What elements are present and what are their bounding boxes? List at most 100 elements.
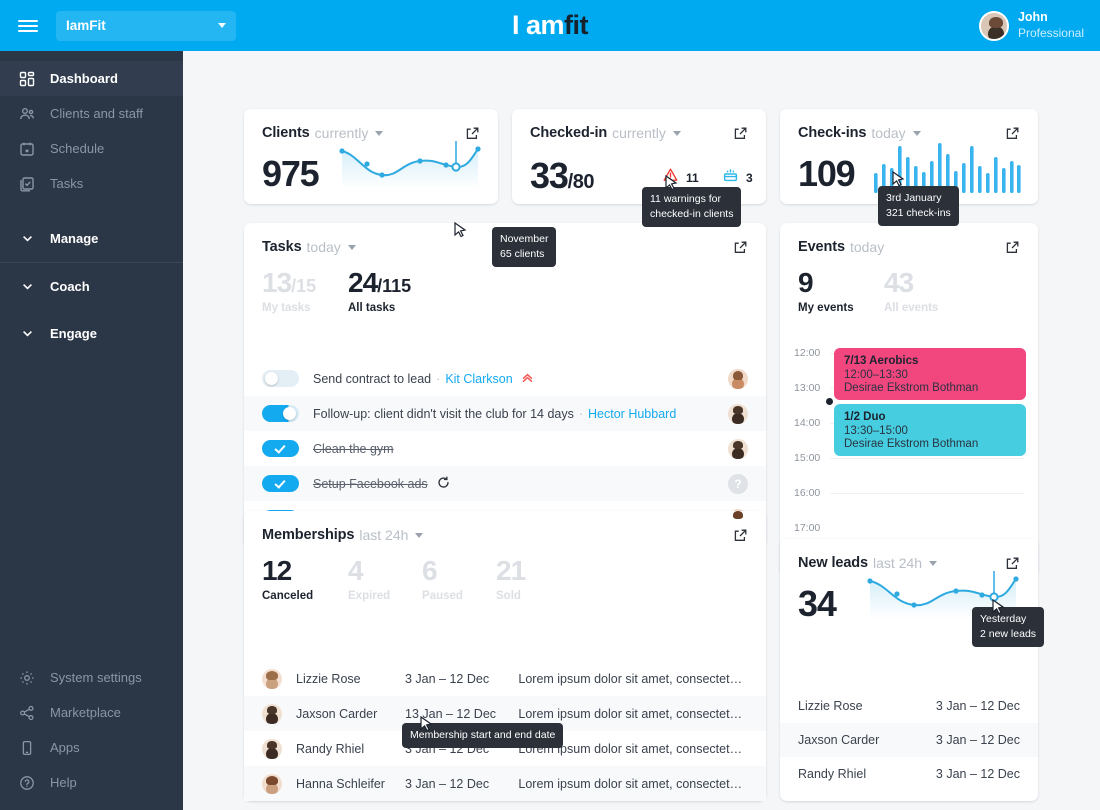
sidebar-group-engage[interactable]: Engage — [0, 310, 183, 357]
event-title: 1/2 Duo — [844, 411, 886, 423]
sidebar-item-marketplace[interactable]: Marketplace — [0, 695, 183, 730]
external-link-icon[interactable] — [733, 240, 748, 255]
sidebar-item-label: Dashboard — [50, 71, 118, 86]
phone-icon — [18, 739, 36, 757]
membership-note: Lorem ipsum dolor sit amet, consectetur … — [518, 706, 748, 721]
all-tasks-stat: 24/115 All tasks — [348, 267, 411, 314]
organization-select[interactable]: IamFit — [56, 10, 236, 41]
timeline-hour: 16:00 — [794, 487, 821, 499]
lead-dates: 3 Jan – 12 Dec — [935, 733, 1020, 747]
memberships-expired-stat[interactable]: 4 Expired — [348, 555, 390, 602]
event-time: 13:30–15:00 — [844, 425, 908, 437]
checked-in-birthday-group[interactable]: 3 — [722, 167, 753, 188]
memberships-expired-label: Expired — [348, 590, 391, 602]
task-toggle[interactable] — [262, 370, 299, 387]
task-row[interactable]: Setup Facebook ads ? — [244, 466, 766, 501]
mouse-cursor-icon — [665, 175, 678, 191]
sidebar-item-label: Apps — [50, 740, 80, 755]
current-time-marker — [826, 398, 833, 405]
sidebar-item-system-settings[interactable]: System settings — [0, 660, 183, 695]
lead-row[interactable]: Jaxson Carder 3 Jan – 12 Dec — [780, 723, 1038, 757]
check-ins-card-title: Check-ins — [798, 125, 867, 141]
logo-text-dark: fit — [564, 10, 589, 40]
chevron-down-icon[interactable] — [375, 130, 384, 136]
all-tasks-value: 24 — [348, 267, 378, 298]
task-row[interactable]: Follow-up: client didn't visit the club … — [244, 396, 766, 431]
chevron-down-icon — [218, 23, 226, 28]
membership-row[interactable]: Hanna Schleifer 3 Jan – 12 Dec Lorem ips… — [244, 766, 766, 801]
memberships-paused-stat[interactable]: 6 Paused — [422, 555, 463, 602]
chevron-down-icon[interactable] — [929, 560, 938, 566]
new-leads-card-title: New leads — [798, 555, 869, 571]
membership-row[interactable]: Lizzie Rose 3 Jan – 12 Dec Lorem ipsum d… — [244, 661, 766, 696]
memberships-expired-value: 4 — [348, 555, 364, 586]
sidebar-item-label: Marketplace — [50, 705, 121, 720]
events-card: Events today 9 My events 43 All events 1… — [780, 223, 1038, 576]
timeline-hour: 12:00 — [794, 347, 821, 359]
sidebar-item-label: Help — [50, 775, 77, 790]
sidebar-item-clients-and-staff[interactable]: Clients and staff — [0, 96, 183, 131]
birthday-cake-icon — [722, 167, 739, 188]
sidebar-item-dashboard[interactable]: Dashboard — [0, 61, 183, 96]
task-text: Setup Facebook ads — [313, 476, 428, 491]
grid-icon — [18, 70, 36, 88]
membership-note: Lorem ipsum dolor sit amet, consectetur … — [518, 671, 748, 686]
memberships-card: Memberships last 24h 12 Canceled 4 Expir… — [244, 511, 766, 801]
sidebar-group-label: Engage — [50, 326, 97, 341]
chevron-down-icon[interactable] — [415, 532, 424, 538]
chevron-down-icon[interactable] — [347, 244, 356, 250]
event-block[interactable]: 1/2 Duo 13:30–15:00 Desirae Ekstrom Both… — [834, 404, 1026, 456]
membership-note: Lorem ipsum dolor sit amet, consectetur … — [518, 776, 748, 791]
task-client-link[interactable]: Hector Hubbard — [588, 407, 676, 421]
menu-toggle-button[interactable] — [0, 17, 56, 35]
sidebar-item-help[interactable]: Help — [0, 765, 183, 800]
lead-row[interactable]: Lizzie Rose 3 Jan – 12 Dec — [780, 689, 1038, 723]
new-leads-value: 34 — [798, 583, 837, 624]
check-ins-value: 109 — [798, 153, 856, 194]
task-toggle[interactable] — [262, 475, 299, 492]
sidebar-item-schedule[interactable]: Schedule — [0, 131, 183, 166]
clients-tooltip-line2: 65 clients — [500, 248, 545, 261]
memberships-card-header: Memberships last 24h — [244, 511, 766, 543]
external-link-icon[interactable] — [733, 126, 748, 141]
timeline-hour: 15:00 — [794, 452, 821, 464]
check-ins-card: Check-ins today 109 3rd January 321 chec… — [780, 109, 1038, 227]
my-events-label: My events — [798, 302, 854, 314]
task-row[interactable]: Clean the gym — [244, 431, 766, 466]
tasks-card-period: today — [306, 239, 341, 255]
external-link-icon[interactable] — [1005, 240, 1020, 255]
user-info: John Professional — [1018, 10, 1084, 41]
all-events-stat: 43 All events — [884, 267, 938, 314]
sidebar-group-coach[interactable]: Coach — [0, 263, 183, 310]
event-person: Desirae Ekstrom Bothman — [844, 438, 979, 450]
chevron-down-icon — [18, 327, 36, 340]
mouse-cursor-icon — [420, 716, 433, 732]
external-link-icon[interactable] — [733, 528, 748, 543]
memberships-sold-stat[interactable]: 21 Sold — [496, 555, 526, 602]
task-row[interactable]: Send contract to lead · Kit Clarkson — [244, 361, 766, 396]
sidebar-group-manage[interactable]: Manage — [0, 215, 183, 262]
timeline-gridline — [830, 458, 1024, 459]
lead-row[interactable]: Randy Rhiel 3 Jan – 12 Dec — [780, 757, 1038, 791]
task-toggle[interactable] — [262, 440, 299, 457]
event-block[interactable]: 7/13 Aerobics 12:00–13:30 Desirae Ekstro… — [834, 348, 1026, 400]
memberships-sold-label: Sold — [496, 590, 521, 602]
task-client-link[interactable]: Kit Clarkson — [445, 372, 512, 386]
tasks-card-title: Tasks — [262, 239, 302, 255]
events-card-header: Events today — [780, 223, 1038, 255]
check-ins-tooltip-line2: 321 check-ins — [886, 207, 951, 220]
checked-in-value-group: 33 /80 — [530, 155, 594, 197]
membership-client-name: Hanna Schleifer — [296, 776, 385, 791]
chevron-down-icon[interactable] — [672, 130, 681, 136]
task-toggle[interactable] — [262, 405, 299, 422]
sidebar-item-tasks[interactable]: Tasks — [0, 166, 183, 201]
priority-high-icon — [521, 371, 534, 387]
checked-in-card: Checked-in currently 33 /80 11 3 11 warn… — [512, 109, 766, 228]
my-tasks-value: 13 — [262, 267, 292, 298]
user-menu[interactable]: John Professional — [978, 10, 1084, 41]
my-events-value: 9 — [798, 267, 814, 298]
sidebar-item-apps[interactable]: Apps — [0, 730, 183, 765]
timeline-hour: 14:00 — [794, 417, 821, 429]
sidebar-item-label: Tasks — [50, 176, 84, 191]
tasks-card: Tasks today 13/15 My tasks 24/115 All ta… — [244, 223, 766, 546]
